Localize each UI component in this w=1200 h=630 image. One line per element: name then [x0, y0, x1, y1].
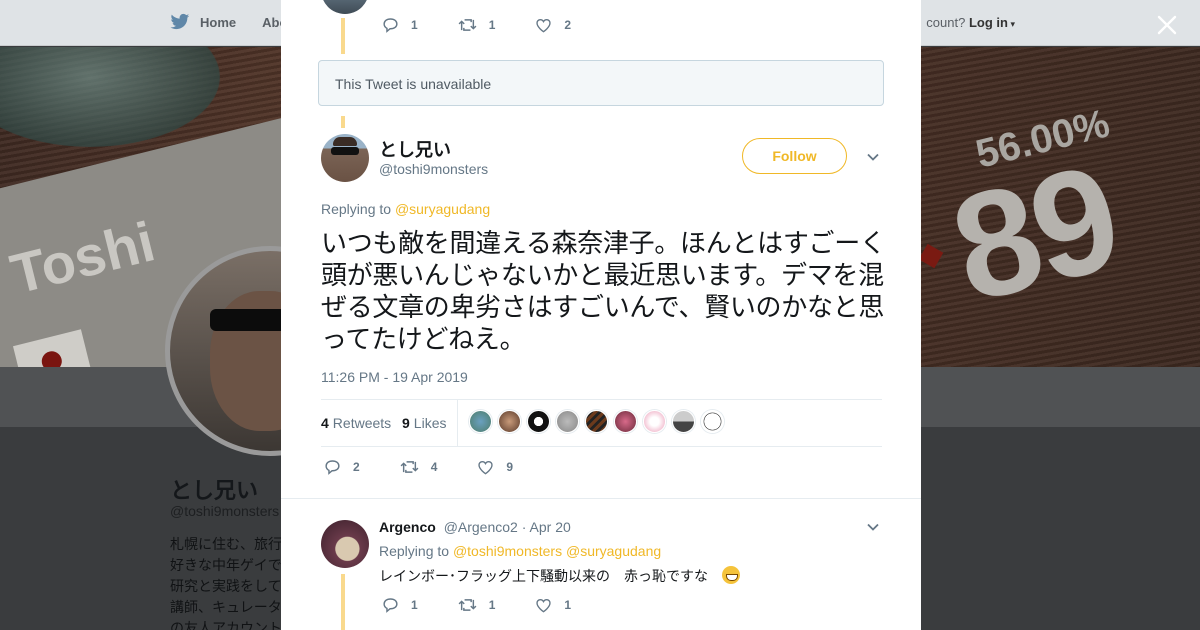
heart-icon [478, 460, 494, 474]
reply-author[interactable]: Argenco @Argenco2 · Apr 20 [379, 519, 571, 535]
like-action[interactable]: 9 [477, 460, 513, 475]
liker-avatar[interactable] [614, 410, 637, 433]
close-icon[interactable] [1155, 13, 1179, 37]
tweet-text: いつも敵を間違える森奈津子。ほんとはすごーく頭が悪いんじゃないかと最近思います。… [321, 229, 886, 355]
retweet-count: 4 [430, 460, 438, 474]
reply-tweet-text: レインボー･フラッグ上下騒動以来の 赤っ恥ですな [379, 566, 740, 586]
bio-line: 講師、キュレータ [170, 599, 282, 615]
reply-replying-to: Replying to @toshi9monsters @suryagudang [379, 543, 661, 559]
liker-avatar[interactable] [701, 410, 724, 433]
login-caret-icon: ▾ [1007, 19, 1015, 29]
reply-icon [325, 460, 340, 475]
tweet-permalink-modal: 1 1 2 This Tweet is unavailable とし兄い @to… [281, 0, 921, 630]
replying-prefix: Replying to [321, 201, 392, 217]
author-name[interactable]: とし兄い [379, 136, 451, 162]
retweet-total: 4 [321, 415, 329, 431]
reply-icon [383, 598, 398, 613]
chevron-down-icon[interactable] [866, 150, 880, 164]
bio-line: 好きな中年ゲイで [170, 557, 282, 573]
reply-author-avatar[interactable] [321, 520, 369, 568]
stats-divider [457, 400, 458, 446]
account-prompt: count? [926, 15, 966, 30]
bio-line: 札幌に住む、旅行 [170, 536, 282, 552]
like-count: 2 [564, 18, 572, 32]
retweet-icon [400, 461, 419, 473]
reply-author-handle: @Argenco2 [443, 519, 518, 535]
bio-line: の友人アカウント [170, 620, 282, 630]
nav-home-link[interactable]: Home [200, 15, 236, 30]
chevron-down-icon[interactable] [866, 520, 880, 534]
likes-stat[interactable]: 9 Likes [402, 415, 446, 431]
liker-avatar[interactable] [469, 410, 492, 433]
background-login-area: count? Log in ▾ [926, 15, 1015, 30]
liker-avatar[interactable] [643, 410, 666, 433]
liker-avatar[interactable] [527, 410, 550, 433]
twitter-bird-icon [170, 13, 190, 30]
thread-line [341, 116, 345, 128]
parent-tweet-actions: 1 1 2 [382, 17, 571, 33]
reply-count: 1 [411, 598, 418, 612]
replying-to-link[interactable]: @suryagudang [395, 201, 490, 217]
liker-avatars [469, 410, 724, 433]
like-action[interactable]: 1 [535, 598, 571, 613]
background-nav: Home Abo [170, 13, 287, 31]
tweet-timestamp[interactable]: 11:26 PM - 19 Apr 2019 [321, 369, 468, 385]
like-count: 1 [564, 598, 572, 612]
replying-to-link[interactable]: @suryagudang [566, 543, 661, 559]
replying-prefix: Replying to [379, 543, 450, 559]
heart-icon [536, 18, 552, 32]
reply-section-divider [281, 498, 921, 499]
liker-avatar[interactable] [585, 410, 608, 433]
retweet-icon [458, 19, 477, 31]
retweets-label: Retweets [332, 415, 392, 431]
retweet-action[interactable]: 1 [458, 598, 496, 612]
login-link[interactable]: Log in [969, 15, 1008, 30]
replying-to: Replying to @suryagudang [321, 201, 490, 217]
follow-button[interactable]: Follow [742, 138, 847, 174]
parent-tweet-text-fragment [379, 0, 559, 4]
heart-icon [536, 598, 552, 612]
retweet-count: 1 [488, 18, 496, 32]
grinning-face-emoji-icon [722, 566, 740, 584]
author-avatar[interactable] [321, 134, 369, 182]
likes-label: Likes [413, 415, 447, 431]
retweet-action[interactable]: 4 [400, 460, 438, 474]
profile-name: とし兄い [170, 478, 259, 503]
reply-action[interactable]: 1 [382, 17, 418, 33]
thread-line [341, 18, 345, 54]
liker-avatar[interactable] [672, 410, 695, 433]
reply-date[interactable]: · Apr 20 [522, 519, 571, 535]
retweets-stat[interactable]: 4 Retweets [321, 415, 391, 431]
reply-action[interactable]: 1 [382, 597, 418, 613]
profile-handle: @toshi9monsters [170, 503, 280, 519]
retweet-count: 1 [488, 598, 496, 612]
author-handle[interactable]: @toshi9monsters [379, 161, 488, 177]
tweet-stats: 4 Retweets 9 Likes [321, 399, 882, 447]
tweet-actions: 2 4 9 [324, 459, 513, 475]
thread-line [341, 574, 345, 630]
like-total: 9 [402, 415, 410, 431]
reply-tweet-actions: 1 1 1 [382, 597, 571, 613]
replying-to-link[interactable]: @toshi9monsters [453, 543, 562, 559]
liker-avatar[interactable] [498, 410, 521, 433]
reply-count: 1 [411, 18, 418, 32]
reply-author-name: Argenco [379, 519, 436, 535]
retweet-action[interactable]: 1 [458, 18, 496, 32]
reply-count: 2 [353, 460, 360, 474]
profile-bio: 札幌に住む、旅行 好きな中年ゲイで 研究と実践をして 講師、キュレータ の友人ア… [170, 534, 290, 630]
tweet-unavailable-notice: This Tweet is unavailable [318, 60, 884, 106]
reply-action[interactable]: 2 [324, 459, 360, 475]
bio-line: 研究と実践をして [170, 578, 282, 594]
like-count: 9 [506, 460, 514, 474]
liker-avatar[interactable] [556, 410, 579, 433]
like-action[interactable]: 2 [535, 18, 571, 33]
parent-tweet-avatar[interactable] [321, 0, 369, 14]
retweet-icon [458, 599, 477, 611]
reply-text-content: レインボー･フラッグ上下騒動以来の 赤っ恥ですな [379, 568, 708, 584]
reply-icon [383, 18, 398, 33]
